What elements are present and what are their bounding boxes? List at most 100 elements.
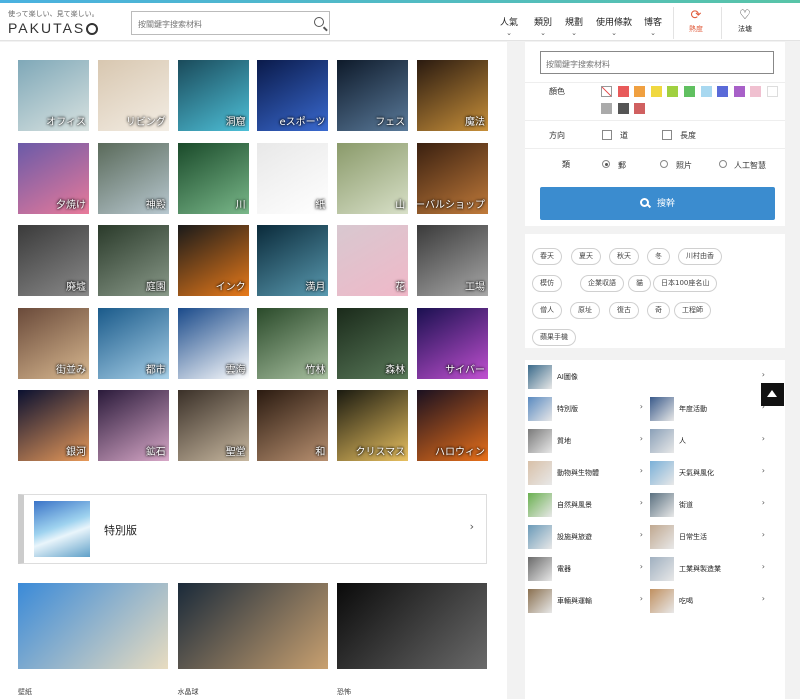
color-swatch-none[interactable] [601,86,612,97]
color-swatch[interactable] [634,103,646,114]
category-item[interactable]: 質地 › [525,426,643,457]
tag-pill[interactable]: 夏天 [571,248,601,265]
photo-tile[interactable]: 工場 [417,225,488,296]
photo-tile[interactable]: 花 [337,225,409,296]
color-swatch[interactable] [684,86,695,97]
photo-tile[interactable]: 都市 [97,307,169,379]
category-item[interactable]: 日常生活 › [647,522,765,553]
nav-popular[interactable]: 人氣 ⌄ [500,15,518,37]
category-item[interactable]: 設施與旅遊 › [525,522,643,553]
photo-tile[interactable]: クリスマス [337,390,409,461]
photo-tile[interactable]: 竹林 [257,307,329,379]
color-swatch[interactable] [634,86,646,97]
search-button[interactable]: 搜幹 [540,187,775,220]
photo-tile[interactable]: 聖堂 [177,390,249,461]
photo-tile[interactable]: 銀河 [18,390,89,461]
color-swatch[interactable] [650,86,662,97]
sidebar-search[interactable] [540,51,774,75]
color-swatch[interactable] [700,86,712,97]
header-search[interactable] [131,11,330,36]
tag-pill[interactable]: 工程師 [674,302,711,319]
photo-tile[interactable]: 山 [337,142,409,214]
direction-checkbox-0[interactable] [602,130,612,140]
photo-tile[interactable]: サイバー [417,307,488,379]
card-image [337,583,487,669]
feature-card[interactable]: 壁紙 [18,583,168,699]
photo-tile[interactable]: 庭園 [97,225,169,296]
color-swatch[interactable] [617,86,629,97]
photo-tile[interactable]: 川 [177,142,249,214]
tag-pill[interactable]: 原址 [570,302,600,319]
photo-tile[interactable]: ハーバルショップ [417,142,488,214]
nav-category[interactable]: 類別 ⌄ [534,15,552,37]
nav-planning[interactable]: 規劃 ⌄ [565,15,583,37]
update-button[interactable]: ⟳ 熱度 [674,8,718,40]
tag-pill[interactable]: 川村由香 [678,248,722,265]
category-item[interactable]: 工業與製造業 › [647,554,765,585]
color-swatch[interactable] [733,86,745,97]
special-edition-banner[interactable]: 特別版 › [18,494,487,564]
tag-pill[interactable]: 企業収語 [580,275,624,292]
color-swatch[interactable] [717,86,729,97]
photo-tile[interactable]: 雲海 [177,307,249,379]
nav-blog[interactable]: 博客 ⌄ [644,15,662,37]
tile-label: 神殿 [145,199,166,211]
search-icon[interactable] [314,17,324,27]
photo-tile[interactable]: リビング [97,60,169,131]
category-item[interactable]: 電器 › [525,554,643,585]
color-swatch[interactable] [667,86,679,97]
tag-pill[interactable]: 模仿 [532,275,562,292]
tag-pill[interactable]: 奇 [647,302,670,319]
category-item[interactable]: AI圖像 › [525,362,765,393]
category-item[interactable]: 年度活動 › [647,394,765,425]
feature-card[interactable]: 恐怖 [337,583,487,699]
photo-tile[interactable]: フェス [337,60,409,131]
header-search-input[interactable] [132,13,308,36]
tag-pill[interactable]: 日本100座名山 [653,275,718,292]
category-item[interactable]: 吃喝 › [647,586,765,617]
category-item[interactable]: 特別版 › [525,394,643,425]
site-logo[interactable]: 使って楽しい、見て楽しい。 PAKUTAS [8,9,118,36]
photo-tile[interactable]: 魔法 [417,60,488,131]
photo-tile[interactable]: eスポーツ [257,60,329,131]
favorites-button[interactable]: ♡ 法塘 [723,8,767,40]
sidebar-search-input[interactable] [541,54,769,75]
direction-checkbox-1[interactable] [662,130,672,140]
tag-pill[interactable]: 貓 [628,275,651,292]
tag-pill[interactable]: 蘋果手機 [532,329,576,346]
photo-tile[interactable]: インク [177,225,249,296]
category-item[interactable]: 動物與生物體 › [525,458,643,489]
back-to-top-button[interactable] [761,383,784,406]
tag-pill[interactable]: 秋天 [609,248,639,265]
category-item[interactable]: 自然與風景 › [525,490,643,521]
category-item[interactable]: 街道 › [647,490,765,521]
category-item[interactable]: 天氣與風化 › [647,458,765,489]
feature-card[interactable]: 水晶球 [177,583,328,699]
tag-pill[interactable]: 春天 [532,248,562,265]
photo-tile[interactable]: ハロウィン [417,390,488,461]
color-swatch[interactable] [617,103,629,114]
photo-tile[interactable]: オフィス [18,60,89,131]
photo-tile[interactable]: 街並み [18,307,89,379]
photo-tile[interactable]: 神殿 [97,142,169,214]
category-item[interactable]: 車輛與運輸 › [525,586,643,617]
photo-tile[interactable]: 鉱石 [97,390,169,461]
type-radio-1[interactable] [660,160,668,168]
photo-tile[interactable]: 和 [257,390,329,461]
tag-pill[interactable]: 復古 [609,302,639,319]
category-item[interactable]: 人 › [647,426,765,457]
tag-pill[interactable]: 冬 [647,248,670,265]
color-swatch[interactable] [767,86,778,97]
photo-tile[interactable]: 満月 [257,225,329,296]
photo-tile[interactable]: 紙 [257,142,329,214]
tag-pill[interactable]: 僧人 [532,302,562,319]
color-swatch[interactable] [601,103,612,114]
color-swatch[interactable] [750,86,762,97]
type-radio-2[interactable] [719,160,727,168]
photo-tile[interactable]: 洞窟 [177,60,249,131]
photo-tile[interactable]: 夕焼け [18,142,89,214]
nav-terms[interactable]: 使用條款 ⌄ [596,15,632,37]
type-radio-0[interactable] [602,160,610,168]
photo-tile[interactable]: 廃墟 [18,225,89,296]
photo-tile[interactable]: 森林 [337,307,409,379]
